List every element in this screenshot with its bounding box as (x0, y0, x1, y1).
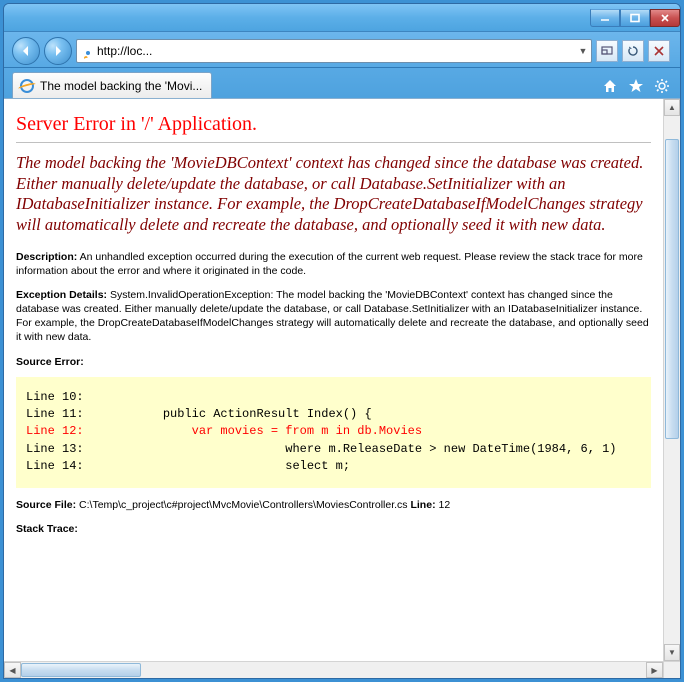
source-file-label: Source File: (16, 499, 76, 511)
exception-label: Exception Details: (16, 289, 107, 301)
tools-icon[interactable] (654, 78, 670, 94)
refresh-button[interactable] (622, 40, 644, 62)
source-code-box: Line 10: Line 11: public ActionResult In… (16, 377, 651, 488)
home-icon[interactable] (602, 78, 618, 94)
scroll-up-arrow[interactable]: ▲ (664, 99, 680, 116)
code-line-12: Line 12: var movies = from m in db.Movie… (26, 424, 422, 438)
scroll-left-arrow[interactable]: ◀ (4, 662, 21, 678)
minimize-button[interactable] (590, 9, 620, 27)
description-block: Description: An unhandled exception occu… (16, 250, 651, 278)
source-file-value: C:\Temp\c_project\c#project\MvcMovie\Con… (76, 499, 407, 511)
code-line-10: Line 10: (26, 390, 84, 404)
line-value: 12 (436, 499, 451, 511)
error-message: The model backing the 'MovieDBContext' c… (16, 153, 651, 236)
nav-toolbar: http://loc... ▼ (4, 32, 680, 68)
address-dropdown-icon[interactable]: ▼ (575, 46, 591, 56)
tab-active[interactable]: The model backing the 'Movi... (12, 72, 212, 98)
maximize-button[interactable] (620, 9, 650, 27)
close-button[interactable] (650, 9, 680, 27)
ie-favicon-icon (19, 78, 35, 94)
content-area: Server Error in '/' Application. The mod… (4, 98, 680, 678)
code-line-13: Line 13: where m.ReleaseDate > new DateT… (26, 442, 617, 456)
source-error-label: Source Error: (16, 355, 651, 369)
forward-button[interactable] (44, 37, 72, 65)
stack-trace-label: Stack Trace: (16, 522, 651, 536)
source-file-block: Source File: C:\Temp\c_project\c#project… (16, 498, 651, 512)
error-heading: Server Error in '/' Application. (16, 113, 651, 136)
horizontal-scrollbar[interactable]: ◀ ▶ (4, 661, 663, 678)
exception-block: Exception Details: System.InvalidOperati… (16, 288, 651, 345)
browser-window: http://loc... ▼ The model backing the 'M… (3, 3, 681, 679)
tab-strip: The model backing the 'Movi... (4, 68, 680, 98)
code-line-14: Line 14: select m; (26, 459, 350, 473)
compat-view-button[interactable] (596, 40, 618, 62)
exception-text: System.InvalidOperationException: The mo… (16, 289, 649, 344)
divider (16, 142, 651, 143)
favorites-icon[interactable] (628, 78, 644, 94)
vertical-scrollbar[interactable]: ▲ ▼ (663, 99, 680, 661)
vertical-scroll-thumb[interactable] (665, 139, 679, 439)
page-body: Server Error in '/' Application. The mod… (4, 99, 663, 661)
titlebar[interactable] (4, 4, 680, 32)
address-text: http://loc... (95, 44, 575, 58)
scroll-down-arrow[interactable]: ▼ (664, 644, 680, 661)
description-text: An unhandled exception occurred during t… (16, 251, 643, 277)
description-label: Description: (16, 251, 77, 263)
stop-button[interactable] (648, 40, 670, 62)
scroll-corner (663, 661, 680, 678)
line-label: Line: (408, 499, 436, 511)
horizontal-scroll-thumb[interactable] (21, 663, 141, 677)
address-bar[interactable]: http://loc... ▼ (76, 39, 592, 63)
tab-title: The model backing the 'Movi... (40, 79, 202, 93)
scroll-right-arrow[interactable]: ▶ (646, 662, 663, 678)
back-button[interactable] (12, 37, 40, 65)
code-line-11: Line 11: public ActionResult Index() { (26, 407, 372, 421)
